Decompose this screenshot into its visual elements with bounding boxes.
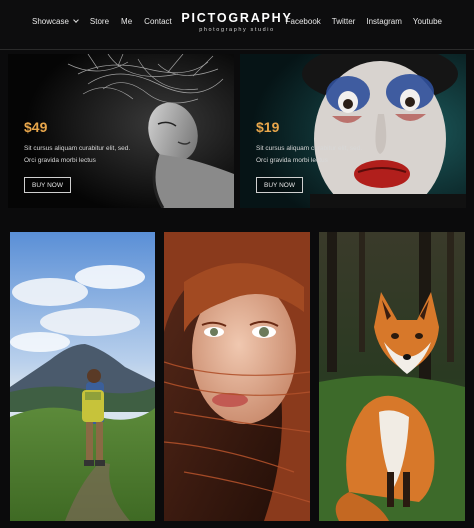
gallery-photo-portrait[interactable] [164,232,310,521]
fox-forest-image [319,232,465,521]
product-description-line: Orci gravida morbi lectus [24,157,96,164]
brand-subtitle: photography studio [199,27,275,33]
social-twitter-link[interactable]: Twitter [332,17,356,26]
social-facebook-link[interactable]: Facebook [286,17,321,26]
gallery-photo-hiker[interactable] [10,232,155,521]
social-instagram-link[interactable]: Instagram [366,17,402,26]
product-description-line: Orci gravida morbi lectus [256,157,328,164]
product-price: $19 [256,119,280,135]
product-card: $49 Sit cursus aliquam curabitur elit, s… [8,54,234,208]
product-description: Sit cursus aliquam curabitur elit, sed. … [256,143,406,167]
product-description-line: Sit cursus aliquam curabitur elit, sed. [256,145,363,152]
site-header: Showcase Store Me Contact PICTOGRAPHY ph… [0,0,474,50]
gallery-photo-fox[interactable] [319,232,465,521]
product-price: $49 [24,119,48,135]
buy-now-button[interactable]: BUY NOW [24,177,71,193]
social-youtube-link[interactable]: Youtube [413,17,442,26]
product-description: Sit cursus aliquam curabitur elit, sed. … [24,143,174,167]
product-description-line: Sit cursus aliquam curabitur elit, sed. [24,145,131,152]
buy-now-button[interactable]: BUY NOW [256,177,303,193]
social-nav: Facebook Twitter Instagram Youtube [286,17,442,26]
product-card: $19 Sit cursus aliquam curabitur elit, s… [240,54,466,208]
red-hair-portrait-image [164,232,310,521]
hiker-mountain-image [10,232,155,521]
